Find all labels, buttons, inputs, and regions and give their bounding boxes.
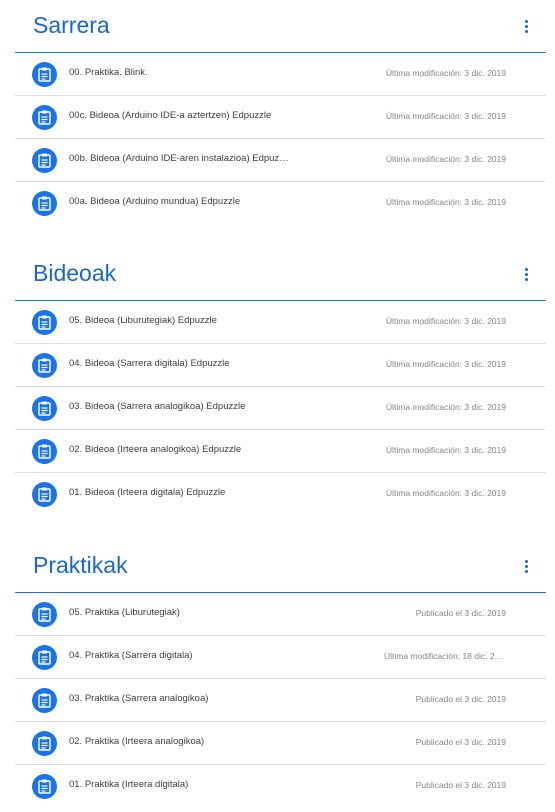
- item-title: 01. Praktika (Irteera digitala): [69, 779, 189, 790]
- item-meta: Última modificación: 3 dic. 2019: [385, 68, 506, 78]
- more-vert-icon[interactable]: [520, 560, 532, 576]
- assignment-icon: [32, 774, 57, 799]
- item-title: 02. Praktika (Irteera analogikoa): [69, 736, 205, 747]
- topic-section: Bideoak 05. Bideoa (Liburutegiak) Edpuzz…: [15, 250, 546, 515]
- list-item[interactable]: 01. Praktika (Irteera digitala) Publicad…: [15, 765, 546, 807]
- assignment-icon: [32, 353, 57, 378]
- topic-title[interactable]: Sarrera: [33, 12, 110, 39]
- list-item[interactable]: 02. Bideoa (Irteera analogikoa) Edpuzzle…: [15, 430, 546, 473]
- assignment-icon: [32, 439, 57, 464]
- item-meta: Última modificación: 3 dic. 2019: [385, 402, 506, 412]
- item-meta: Última modificación: 3 dic. 2019: [385, 359, 506, 369]
- item-title: 02. Bideoa (Irteera analogikoa) Edpuzzle: [69, 444, 242, 455]
- topic-section: Sarrera 00. Praktika. Blink. Última modi…: [15, 2, 546, 224]
- list-item[interactable]: 05. Praktika (Liburutegiak) Publicado el…: [15, 593, 546, 636]
- topic-title[interactable]: Praktikak: [33, 552, 128, 579]
- item-meta: Publicado el 3 dic. 2019: [415, 694, 506, 704]
- more-vert-icon[interactable]: [520, 20, 532, 36]
- assignment-icon: [32, 731, 57, 756]
- topic-header: Bideoak: [15, 250, 546, 301]
- item-title: 05. Praktika (Liburutegiak): [69, 607, 180, 618]
- item-meta: Publicado el 3 dic. 2019: [415, 780, 506, 790]
- list-item[interactable]: 05. Bideoa (Liburutegiak) Edpuzzle Últim…: [15, 301, 546, 344]
- item-meta: Última modificación: 3 dic. 2019: [385, 316, 506, 326]
- assignment-icon: [32, 148, 57, 173]
- topic-header: Sarrera: [15, 2, 546, 53]
- assignment-icon: [32, 482, 57, 507]
- assignment-icon: [32, 105, 57, 130]
- list-item[interactable]: 00b. Bideoa (Arduino IDE-aren instalazio…: [15, 139, 546, 182]
- list-item[interactable]: 03. Praktika (Sarrera analogikoa) Public…: [15, 679, 546, 722]
- topic-title[interactable]: Bideoak: [33, 260, 116, 287]
- classwork-page: Sarrera 00. Praktika. Blink. Última modi…: [0, 0, 555, 812]
- item-title: 05. Bideoa (Liburutegiak) Edpuzzle: [69, 315, 217, 326]
- item-meta: Publicado el 3 dic. 2019: [415, 608, 506, 618]
- assignment-icon: [32, 396, 57, 421]
- assignment-icon: [32, 62, 57, 87]
- list-item[interactable]: 00a. Bideoa (Arduino mundua) Edpuzzle Úl…: [15, 182, 546, 224]
- assignment-icon: [32, 602, 57, 627]
- item-title: 00b. Bideoa (Arduino IDE-aren instalazio…: [69, 153, 289, 164]
- topic-header: Praktikak: [15, 542, 546, 593]
- list-item[interactable]: 04. Praktika (Sarrera digitala) Última m…: [15, 636, 546, 679]
- item-title: 00c. Bideoa (Arduino IDE-a aztertzen) Ed…: [69, 110, 272, 121]
- assignment-icon: [32, 191, 57, 216]
- list-item[interactable]: 00c. Bideoa (Arduino IDE-a aztertzen) Ed…: [15, 96, 546, 139]
- assignment-icon: [32, 688, 57, 713]
- assignment-icon: [32, 645, 57, 670]
- item-meta: Última modificación: 18 dic. 2019: [384, 651, 506, 661]
- item-title: 03. Praktika (Sarrera analogikoa): [69, 693, 209, 704]
- list-item[interactable]: 03. Bideoa (Sarrera analogikoa) Edpuzzle…: [15, 387, 546, 430]
- item-meta: Última modificación: 3 dic. 2019: [385, 445, 506, 455]
- item-title: 00a. Bideoa (Arduino mundua) Edpuzzle: [69, 196, 241, 207]
- item-meta: Publicado el 3 dic. 2019: [415, 737, 506, 747]
- item-title: 03. Bideoa (Sarrera analogikoa) Edpuzzle: [69, 401, 246, 412]
- item-meta: Última modificación: 3 dic. 2019: [385, 197, 506, 207]
- item-meta: Última modificación: 3 dic. 2019: [385, 111, 506, 121]
- item-meta: Última modificación: 3 dic. 2019: [385, 154, 506, 164]
- assignment-icon: [32, 310, 57, 335]
- list-item[interactable]: 02. Praktika (Irteera analogikoa) Public…: [15, 722, 546, 765]
- item-title: 00. Praktika. Blink.: [69, 67, 148, 78]
- item-meta: Última modificación: 3 dic. 2019: [385, 488, 506, 498]
- list-item[interactable]: 04. Bideoa (Sarrera digitala) Edpuzzle Ú…: [15, 344, 546, 387]
- list-item[interactable]: 01. Bideoa (Irteera digitala) Edpuzzle Ú…: [15, 473, 546, 515]
- topic-section: Praktikak 05. Praktika (Liburutegiak) Pu…: [15, 542, 546, 807]
- more-vert-icon[interactable]: [520, 268, 532, 284]
- item-title: 04. Bideoa (Sarrera digitala) Edpuzzle: [69, 358, 230, 369]
- list-item[interactable]: 00. Praktika. Blink. Última modificación…: [15, 53, 546, 96]
- item-title: 01. Bideoa (Irteera digitala) Edpuzzle: [69, 487, 226, 498]
- item-title: 04. Praktika (Sarrera digitala): [69, 650, 193, 661]
